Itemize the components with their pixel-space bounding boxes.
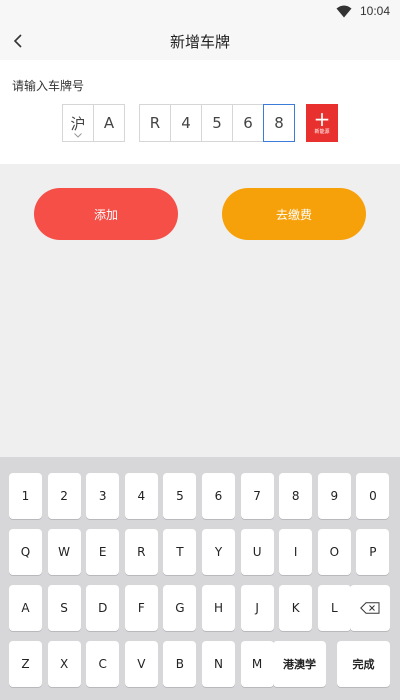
plate-cell-text: 8 [274, 114, 284, 132]
key-d[interactable]: D [86, 585, 120, 631]
key-done[interactable]: 完成 [337, 641, 390, 687]
plate-cell-6[interactable]: 6 [232, 104, 264, 142]
key-a[interactable]: A [9, 585, 42, 631]
key-b[interactable]: B [163, 641, 197, 687]
pay-button[interactable]: 去缴费 [222, 188, 366, 240]
key-region[interactable]: 港澳学 [273, 641, 326, 687]
key-7[interactable]: 7 [240, 473, 274, 519]
plate-cell-city[interactable]: A [93, 104, 125, 142]
plate-cell-text: A [103, 114, 115, 132]
new-energy-label: 新能源 [314, 129, 330, 135]
key-z[interactable]: Z [9, 641, 42, 687]
key-6[interactable]: 6 [202, 473, 235, 519]
wifi-icon [336, 5, 352, 18]
key-4[interactable]: 4 [124, 473, 158, 519]
backspace-key[interactable] [350, 585, 390, 631]
key-o[interactable]: O [317, 529, 351, 575]
nav-bar: 新增车牌 [0, 24, 400, 60]
plate-cell-text: 4 [181, 114, 191, 132]
key-y[interactable]: Y [202, 529, 235, 575]
plate-cell-4[interactable]: 4 [170, 104, 202, 142]
key-8[interactable]: 8 [279, 473, 313, 519]
key-3[interactable]: 3 [86, 473, 120, 519]
key-h[interactable]: H [202, 585, 235, 631]
key-1[interactable]: 1 [9, 473, 42, 519]
key-r[interactable]: R [124, 529, 158, 575]
plate-input-label: 请输入车牌号 [12, 79, 85, 93]
key-m[interactable]: M [240, 641, 274, 687]
key-2[interactable]: 2 [47, 473, 81, 519]
add-button[interactable]: 添加 [34, 188, 178, 240]
key-t[interactable]: T [163, 529, 197, 575]
key-q[interactable]: Q [9, 529, 42, 575]
page-title: 新增车牌 [169, 33, 230, 51]
plus-icon: + [313, 107, 331, 131]
key-f[interactable]: F [124, 585, 158, 631]
plate-cell-text: R [149, 114, 161, 132]
plate-keyboard: 港澳学 完成 1234567890 QWERTYUIOP ASDFGHJKL ZXCV… [0, 457, 400, 700]
chevron-down-icon [74, 133, 82, 138]
key-n[interactable]: N [202, 641, 235, 687]
key-i[interactable]: I [279, 529, 313, 575]
plate-cell-province[interactable]: 沪 [62, 104, 94, 142]
key-c[interactable]: C [86, 641, 120, 687]
key-g[interactable]: G [163, 585, 197, 631]
key-5[interactable]: 5 [163, 473, 197, 519]
key-0[interactable]: 0 [356, 473, 390, 519]
status-time: 10:04 [359, 4, 390, 18]
plate-cell-5[interactable]: 5 [201, 104, 233, 142]
plate-cell-7[interactable]: 8 [263, 104, 295, 142]
new-energy-button[interactable]: + 新能源 [306, 104, 338, 142]
plate-cell-3[interactable]: R [139, 104, 171, 142]
key-j[interactable]: J [240, 585, 274, 631]
key-s[interactable]: S [47, 585, 81, 631]
status-bar: 10:04 [0, 0, 400, 24]
key-p[interactable]: P [356, 529, 390, 575]
plate-cell-text: 6 [243, 114, 253, 132]
backspace-icon [360, 602, 380, 614]
key-e[interactable]: E [86, 529, 120, 575]
key-v[interactable]: V [124, 641, 158, 687]
plate-cell-text: 沪 [70, 114, 86, 133]
key-w[interactable]: W [47, 529, 81, 575]
key-9[interactable]: 9 [317, 473, 351, 519]
key-x[interactable]: X [47, 641, 81, 687]
key-l[interactable]: L [317, 585, 351, 631]
plate-input-card: 请输入车牌号 沪 A R 4 5 6 8 + 新能源 [0, 60, 400, 164]
plate-cell-text: 5 [212, 114, 222, 132]
key-k[interactable]: K [279, 585, 313, 631]
key-u[interactable]: U [240, 529, 274, 575]
